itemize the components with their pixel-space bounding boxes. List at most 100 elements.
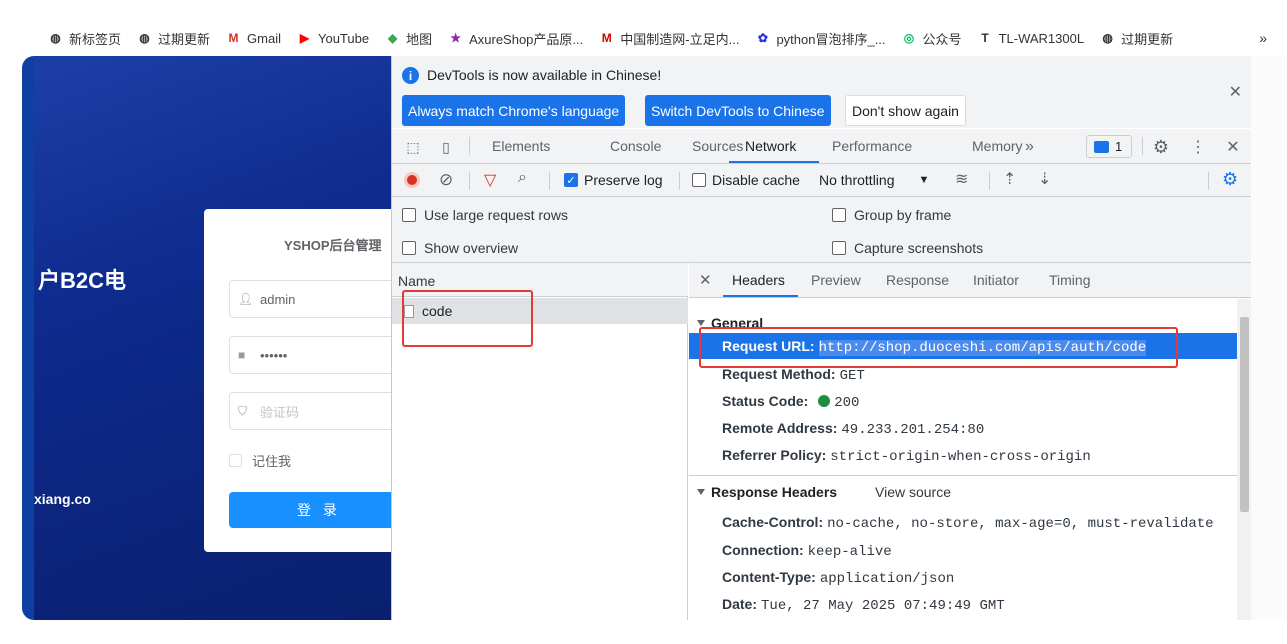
login-title: YSHOP后台管理 [284, 238, 382, 253]
group-by-frame-option[interactable]: Group by frame [832, 207, 951, 223]
checkbox-box [832, 241, 846, 255]
tab-network[interactable]: Network [745, 138, 796, 154]
tab-sources[interactable]: Sources [692, 138, 743, 154]
bookmark-item[interactable]: ★ AxureShop产品原... [448, 29, 583, 48]
tplink-icon: T [981, 31, 989, 45]
scrollbar-thumb[interactable] [1240, 317, 1249, 512]
shield-icon: ⛉ [238, 404, 248, 418]
status-code: Status Code: 200 [722, 393, 860, 411]
triangle-down-icon [697, 320, 705, 326]
wifi-settings-icon[interactable]: ≋ [955, 169, 968, 189]
remote-address: Remote Address: 49.233.201.254:80 [722, 420, 985, 438]
checkbox-box [832, 208, 846, 222]
tab-headers[interactable]: Headers [732, 272, 785, 288]
show-overview-option[interactable]: Show overview [402, 240, 518, 256]
device-toolbar-icon[interactable]: ▯ [437, 138, 455, 156]
bookmarks-overflow-button[interactable]: » [1259, 24, 1267, 52]
baidu-icon: ✿ [757, 31, 768, 45]
checkbox-box [402, 241, 416, 255]
filter-icon[interactable]: ▽ [484, 170, 496, 190]
tab-console[interactable]: Console [610, 138, 661, 154]
cache-control-header: Cache-Control: no-cache, no-store, max-ag… [722, 514, 1214, 532]
notice-text: DevTools is now available in Chinese! [427, 67, 662, 83]
divider [989, 172, 990, 190]
import-har-icon[interactable]: ⇡ [1003, 169, 1016, 189]
background-window-strip [22, 56, 34, 620]
preserve-log-checkbox[interactable]: ✓ Preserve log [564, 172, 663, 188]
divider [1142, 137, 1143, 155]
divider [549, 172, 550, 190]
bookmark-item[interactable]: ▶ YouTube [297, 31, 369, 46]
record-button[interactable] [404, 172, 420, 188]
kebab-menu-icon[interactable]: ⋮ [1189, 138, 1207, 156]
divider [469, 172, 470, 190]
response-headers-toggle[interactable]: Response Headers [697, 484, 837, 500]
gmail-icon: M [228, 31, 239, 45]
remember-me-checkbox[interactable]: 记住我 [229, 451, 291, 470]
more-tabs-button[interactable]: » [1025, 138, 1034, 156]
made-in-china-icon: M [601, 31, 612, 45]
export-har-icon[interactable]: ⇣ [1038, 169, 1051, 189]
screenshot-stage: ◍ 新标签页 ◍ 过期更新 M Gmail ▶ YouTube ◆ 地图 ★ AxureSh… [0, 0, 1287, 644]
divider [689, 475, 1237, 476]
large-rows-option[interactable]: Use large request rows [402, 207, 568, 223]
youtube-icon: ▶ [299, 31, 310, 45]
chevron-down-icon: ▼ [918, 174, 930, 186]
active-tab-indicator [729, 161, 819, 163]
bookmark-item[interactable]: ◍ 过期更新 [137, 29, 210, 48]
tab-elements[interactable]: Elements [492, 138, 550, 154]
bookmark-item[interactable]: T TL-WAR1300L [978, 31, 1084, 46]
bookmark-item[interactable]: ◍ 新标签页 [48, 29, 121, 48]
captcha-field[interactable]: ⛉ 验证码 [229, 392, 391, 430]
checkbox-box [229, 454, 242, 467]
check-icon: ✓ [564, 173, 578, 187]
message-icon [1094, 140, 1109, 153]
switch-chinese-button[interactable]: Switch DevTools to Chinese [645, 95, 831, 126]
bookmark-item[interactable]: ◆ 地图 [385, 29, 432, 48]
login-button[interactable]: 登 录 [229, 492, 391, 528]
disable-cache-checkbox[interactable]: Disable cache [692, 172, 800, 188]
capture-screenshots-option[interactable]: Capture screenshots [832, 240, 983, 256]
clear-icon[interactable]: ⊘ [439, 170, 453, 190]
dont-show-again-button[interactable]: Don't show again [845, 95, 966, 126]
username-field[interactable]: 👤︎ admin [229, 280, 391, 318]
bookmark-item[interactable]: M 中国制造网-立足内... [599, 29, 740, 48]
password-field[interactable]: ■ •••••• [229, 336, 391, 374]
tab-timing[interactable]: Timing [1049, 272, 1091, 288]
inspect-element-icon[interactable]: ⬚ [404, 138, 422, 156]
details-tab-bar: ✕ Headers Preview Response Initiator Tim… [689, 263, 1252, 298]
close-devtools-icon[interactable]: ✕ [1224, 138, 1242, 156]
globe-icon: ◍ [50, 31, 61, 45]
bookmark-item[interactable]: ◎ 公众号 [902, 29, 962, 48]
issues-badge[interactable]: 1 [1086, 135, 1132, 158]
match-language-button[interactable]: Always match Chrome's language [402, 95, 626, 126]
scrollbar[interactable] [1237, 299, 1251, 620]
bookmark-item[interactable]: M Gmail [226, 31, 281, 46]
record-icon [404, 172, 420, 188]
axure-icon: ★ [450, 31, 461, 45]
web-page: 户B2C电 xiang.co YSHOP后台管理 👤︎ admin ■ ••••… [34, 56, 391, 620]
tab-performance[interactable]: Performance [832, 138, 912, 154]
close-details-icon[interactable]: ✕ [699, 271, 712, 289]
network-settings-icon[interactable]: ⚙ [1222, 169, 1238, 190]
checkbox-box [692, 173, 706, 187]
close-icon[interactable]: ✕ [1229, 82, 1242, 102]
throttling-select[interactable]: No throttling ▼ [819, 172, 929, 188]
search-icon[interactable]: ⌕ [518, 169, 527, 187]
tab-preview[interactable]: Preview [811, 272, 861, 288]
tab-initiator[interactable]: Initiator [973, 272, 1019, 288]
language-notice: i DevTools is now available in Chinese! … [392, 56, 1252, 128]
view-source-link[interactable]: View source [875, 484, 951, 500]
bookmark-item[interactable]: ✿ python冒泡排序_... [755, 29, 886, 48]
tab-memory[interactable]: Memory [972, 138, 1023, 154]
network-settings: Use large request rows Show overview Gro… [392, 197, 1252, 263]
globe-icon: ◍ [1102, 31, 1113, 45]
connection-header: Connection: keep-alive [722, 542, 892, 560]
info-icon: i [402, 67, 419, 84]
bookmark-item[interactable]: ◍ 过期更新 [1100, 29, 1173, 48]
tab-response[interactable]: Response [886, 272, 949, 288]
user-icon: 👤︎ [238, 292, 254, 306]
maps-icon: ◆ [387, 31, 398, 45]
divider [469, 137, 470, 155]
gear-icon[interactable]: ⚙ [1152, 137, 1170, 157]
